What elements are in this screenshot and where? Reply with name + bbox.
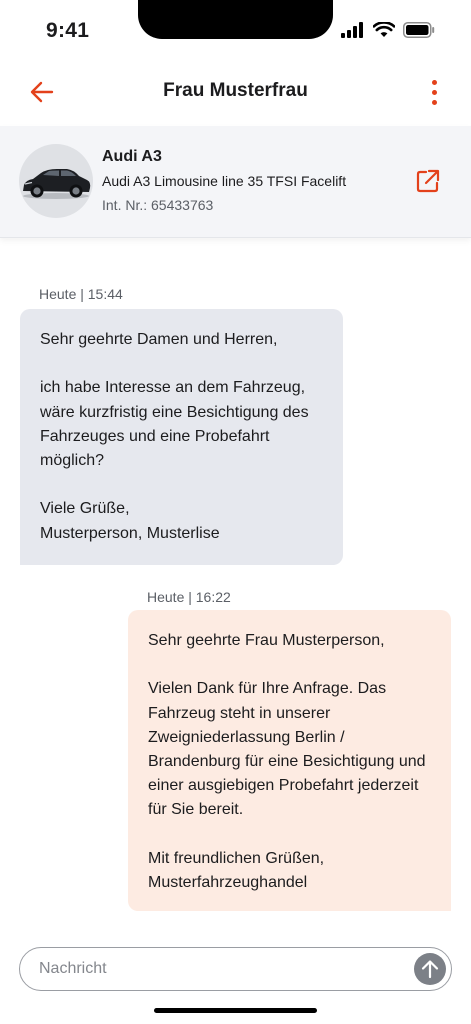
more-options-button[interactable] (425, 76, 443, 108)
nav-bar: Frau Musterfrau (0, 62, 471, 122)
message-bubble-outgoing: Sehr geehrte Frau Musterperson, Vielen D… (128, 610, 451, 911)
open-vehicle-button[interactable] (415, 168, 441, 194)
battery-icon (403, 22, 435, 38)
car-icon (23, 169, 91, 199)
home-indicator (154, 1008, 317, 1013)
message-input[interactable] (39, 948, 399, 990)
external-link-icon (416, 169, 440, 193)
status-time: 9:41 (46, 19, 90, 42)
message-timestamp: Heute | 16:22 (147, 589, 231, 605)
message-timestamp: Heute | 15:44 (39, 286, 123, 302)
more-vertical-icon-dot (431, 99, 437, 105)
more-vertical-icon (431, 79, 437, 85)
message-composer (19, 947, 452, 991)
vehicle-internal-number: Int. Nr.: 65433763 (102, 197, 214, 213)
page-title: Frau Musterfrau (163, 80, 308, 101)
status-icons (341, 22, 435, 38)
vehicle-name: Audi A3 (102, 148, 162, 165)
status-bar: 9:41 (0, 0, 471, 60)
vehicle-card[interactable]: Audi A3 Audi A3 Limousine line 35 TFSI F… (0, 126, 471, 238)
message-bubble-incoming: Sehr geehrte Damen und Herren, ich habe … (20, 309, 343, 565)
wifi-icon (373, 22, 395, 37)
vehicle-model: Audi A3 Limousine line 35 TFSI Facelift (102, 173, 347, 189)
device-notch (138, 0, 333, 39)
cellular-signal-icon (341, 22, 363, 38)
vehicle-image (19, 144, 93, 218)
send-button[interactable] (414, 953, 446, 985)
more-vertical-icon-dot (431, 89, 437, 95)
arrow-up-icon (421, 960, 439, 979)
